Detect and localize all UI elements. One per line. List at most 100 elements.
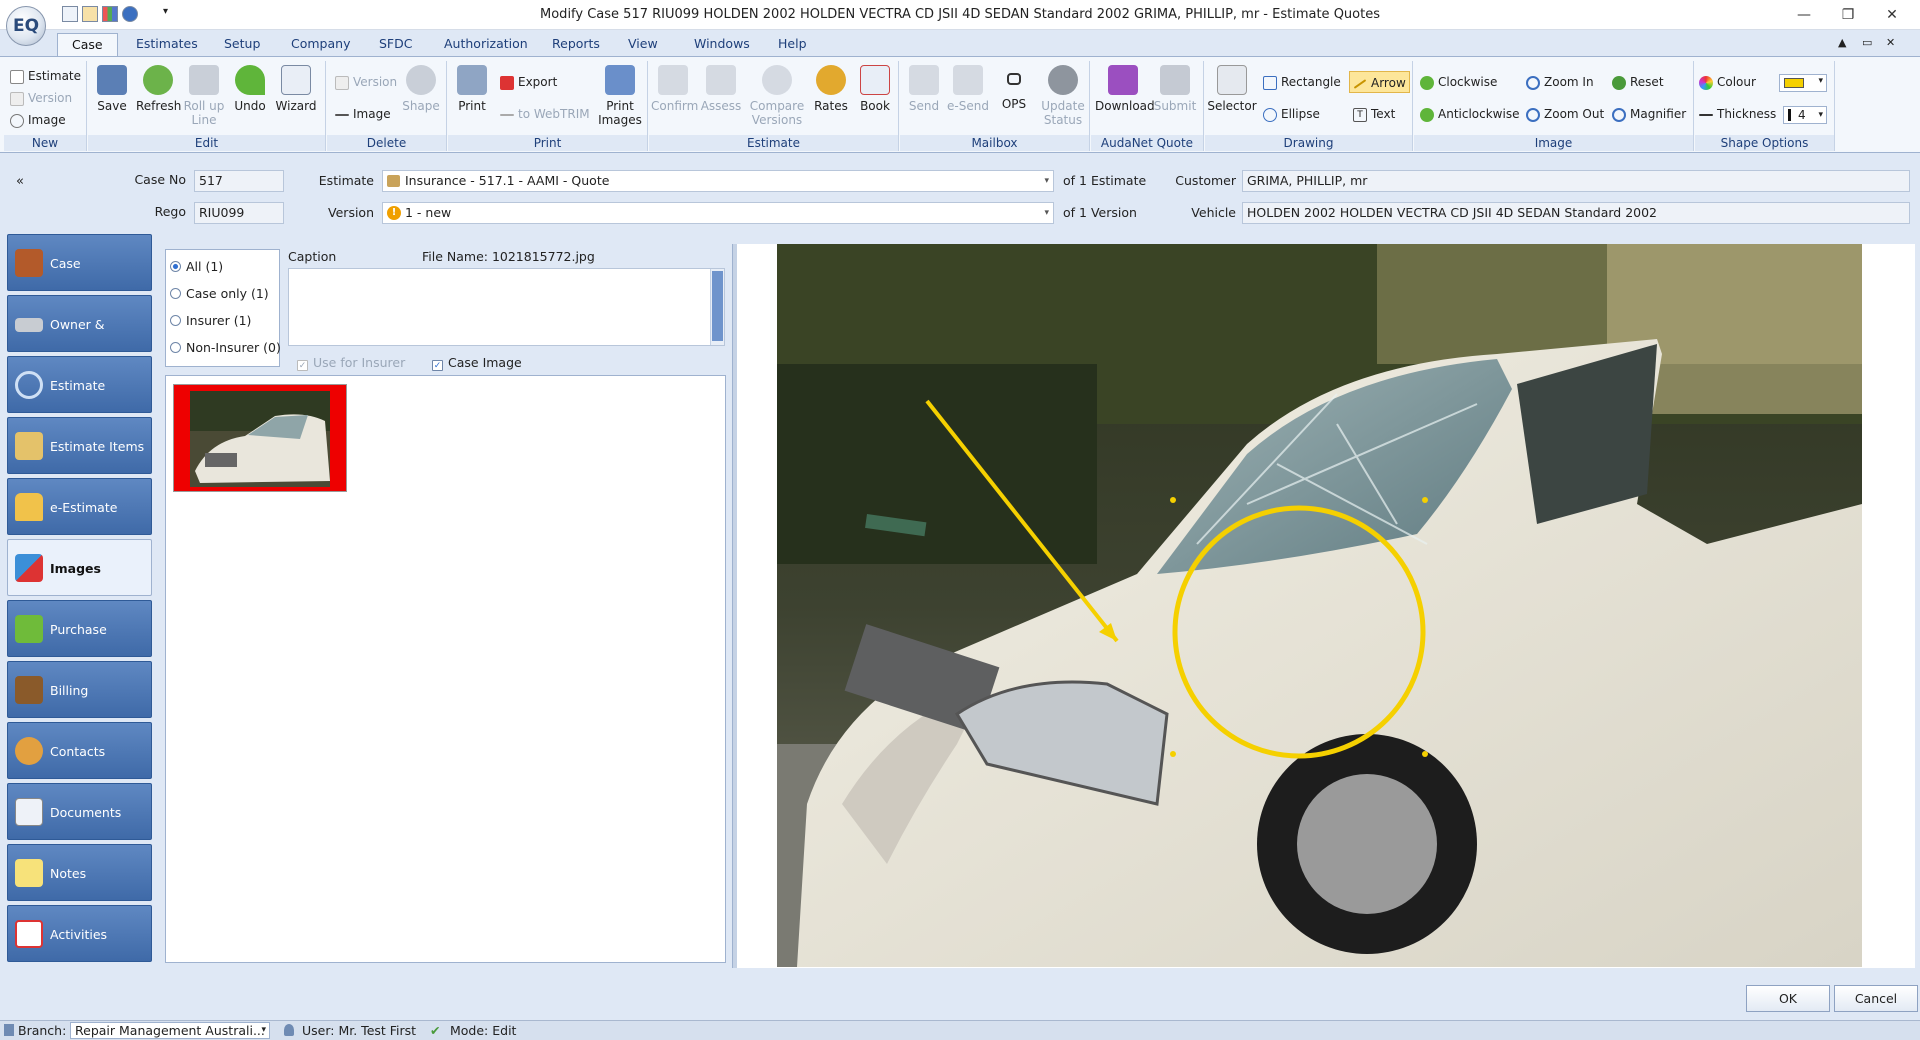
thickness-select[interactable]: 4 ▾: [1783, 106, 1827, 124]
estimate-select[interactable]: Insurance - 517.1 - AAMI - Quote ▾: [382, 170, 1054, 192]
collapse-nav-button[interactable]: «: [16, 174, 24, 189]
use-for-insurer-checkbox[interactable]: ✓ Use for Insurer: [297, 355, 405, 371]
filter-all-radio[interactable]: All (1): [170, 258, 223, 276]
close-button[interactable]: ✕: [1870, 0, 1914, 30]
new-image-button[interactable]: Image: [10, 109, 66, 131]
zoom-out-button[interactable]: Zoom Out: [1526, 103, 1604, 125]
ok-button[interactable]: OK: [1746, 985, 1830, 1012]
undo-button[interactable]: Undo: [228, 63, 272, 133]
tab-reports[interactable]: Reports: [538, 33, 614, 56]
assess-button[interactable]: Assess: [699, 63, 743, 133]
compare-versions-button[interactable]: Compare Versions: [749, 63, 805, 133]
wizard-button[interactable]: Wizard: [274, 63, 318, 133]
radio-icon: [170, 288, 181, 299]
e-send-button[interactable]: e-Send: [946, 63, 990, 133]
confirm-button[interactable]: Confirm: [651, 63, 698, 133]
quick-access-doc-icon[interactable]: [62, 6, 78, 22]
filter-insurer-label: Insurer (1): [186, 313, 252, 328]
app-logo[interactable]: EQ: [6, 6, 46, 46]
delete-version-button[interactable]: Version: [335, 71, 397, 93]
nav-images[interactable]: Images: [7, 539, 152, 596]
arrow-tool-button[interactable]: Arrow: [1349, 71, 1410, 93]
magnifier-button[interactable]: Magnifier: [1612, 103, 1686, 125]
tab-company[interactable]: Company: [277, 33, 364, 56]
nav-estimate[interactable]: Estimate: [7, 356, 152, 413]
image-thumbnail[interactable]: [173, 384, 347, 492]
tab-case[interactable]: Case: [57, 33, 118, 56]
quick-access-dropdown-icon[interactable]: ▾: [163, 6, 168, 17]
caption-scrollbar[interactable]: [710, 269, 724, 345]
group-edit: Save Refresh Roll up Line Undo Wizard Ed…: [88, 61, 326, 151]
reset-button[interactable]: Reset: [1612, 71, 1664, 93]
tab-help[interactable]: Help: [764, 33, 821, 56]
selector-button[interactable]: Selector: [1207, 63, 1257, 133]
new-estimate-button[interactable]: Estimate: [10, 65, 81, 87]
nav-case[interactable]: Case: [7, 234, 152, 291]
quick-access-help-icon[interactable]: [122, 6, 138, 22]
document-icon: [10, 91, 24, 106]
maximize-button[interactable]: ❐: [1826, 0, 1870, 30]
to-webtrim-button[interactable]: to WebTRIM: [500, 103, 590, 125]
scrollbar-thumb[interactable]: [712, 271, 723, 341]
print-images-button[interactable]: Print Images: [596, 63, 644, 133]
branch-select[interactable]: Repair Management Australi... ▾: [70, 1022, 270, 1039]
rotate-clockwise-button[interactable]: Clockwise: [1420, 71, 1497, 93]
roll-up-line-button[interactable]: Roll up Line: [182, 63, 226, 133]
rollup-icon: [189, 65, 219, 95]
tab-view[interactable]: View: [614, 33, 672, 56]
minimize-button[interactable]: —: [1782, 0, 1826, 30]
filter-case-only-radio[interactable]: Case only (1): [170, 285, 269, 303]
ellipse-tool-button[interactable]: Ellipse: [1263, 103, 1320, 125]
send-button[interactable]: Send: [902, 63, 946, 133]
nav-notes[interactable]: Notes: [7, 844, 152, 901]
close-doc-icon[interactable]: ✕: [1886, 36, 1895, 49]
print-button[interactable]: Print: [450, 63, 494, 133]
export-icon: [500, 75, 514, 90]
refresh-button[interactable]: Refresh: [136, 63, 181, 133]
cancel-button[interactable]: Cancel: [1834, 985, 1918, 1012]
book-button[interactable]: Book: [853, 63, 897, 133]
nav-activities[interactable]: Activities: [7, 905, 152, 962]
nav-purchase-orders[interactable]: Purchase Orders: [7, 600, 152, 694]
nav-contacts[interactable]: Contacts: [7, 722, 152, 779]
submit-button[interactable]: Submit: [1153, 63, 1197, 133]
zoom-in-button[interactable]: Zoom In: [1526, 71, 1594, 93]
ops-button[interactable]: OPS: [992, 63, 1036, 133]
tab-estimates[interactable]: Estimates: [122, 33, 212, 56]
export-button[interactable]: Export: [500, 71, 557, 93]
nav-estimate-items[interactable]: Estimate Items: [7, 417, 152, 474]
version-select[interactable]: ! 1 - new ▾: [382, 202, 1054, 224]
rectangle-tool-button[interactable]: Rectangle: [1263, 71, 1341, 93]
nav-documents[interactable]: Documents: [7, 783, 152, 840]
restore-icon[interactable]: ▭: [1862, 36, 1872, 49]
update-status-button[interactable]: Update Status: [1038, 63, 1088, 133]
tab-sfdc[interactable]: SFDC: [365, 33, 426, 56]
rotate-anticlockwise-button[interactable]: Anticlockwise: [1420, 103, 1519, 125]
colour-picker[interactable]: ▾: [1779, 74, 1827, 92]
nav-e-estimate[interactable]: e-Estimate: [7, 478, 152, 535]
nav-owner-vehicle[interactable]: Owner & Vehicle: [7, 295, 152, 389]
filter-insurer-radio[interactable]: Insurer (1): [170, 312, 251, 330]
note-icon: [15, 859, 43, 887]
magnifier-icon: [1612, 107, 1626, 122]
save-button[interactable]: Save: [90, 63, 134, 133]
rates-button[interactable]: Rates: [809, 63, 853, 133]
delete-shape-button[interactable]: Shape: [399, 63, 443, 133]
tab-authorization[interactable]: Authorization: [430, 33, 542, 56]
tab-windows[interactable]: Windows: [680, 33, 764, 56]
case-image-checkbox[interactable]: ✓ Case Image: [432, 355, 522, 371]
delete-image-button[interactable]: Image: [335, 103, 391, 125]
ribbon-collapse-icon[interactable]: ▲: [1838, 36, 1846, 49]
text-tool-button[interactable]: T Text: [1353, 103, 1395, 125]
filter-non-insurer-radio[interactable]: Non-Insurer (0): [170, 339, 281, 357]
nav-billing[interactable]: Billing: [7, 661, 152, 718]
caption-input[interactable]: [288, 268, 725, 346]
new-version-button[interactable]: Version: [10, 87, 72, 109]
tab-setup[interactable]: Setup: [210, 33, 274, 56]
download-button[interactable]: Download: [1095, 63, 1155, 133]
quick-access-chart-icon[interactable]: [102, 6, 118, 22]
car-icon: [15, 318, 43, 332]
rectangle-label: Rectangle: [1281, 75, 1341, 89]
quick-access-edit-icon[interactable]: [82, 6, 98, 22]
damage-photo[interactable]: [777, 244, 1862, 967]
